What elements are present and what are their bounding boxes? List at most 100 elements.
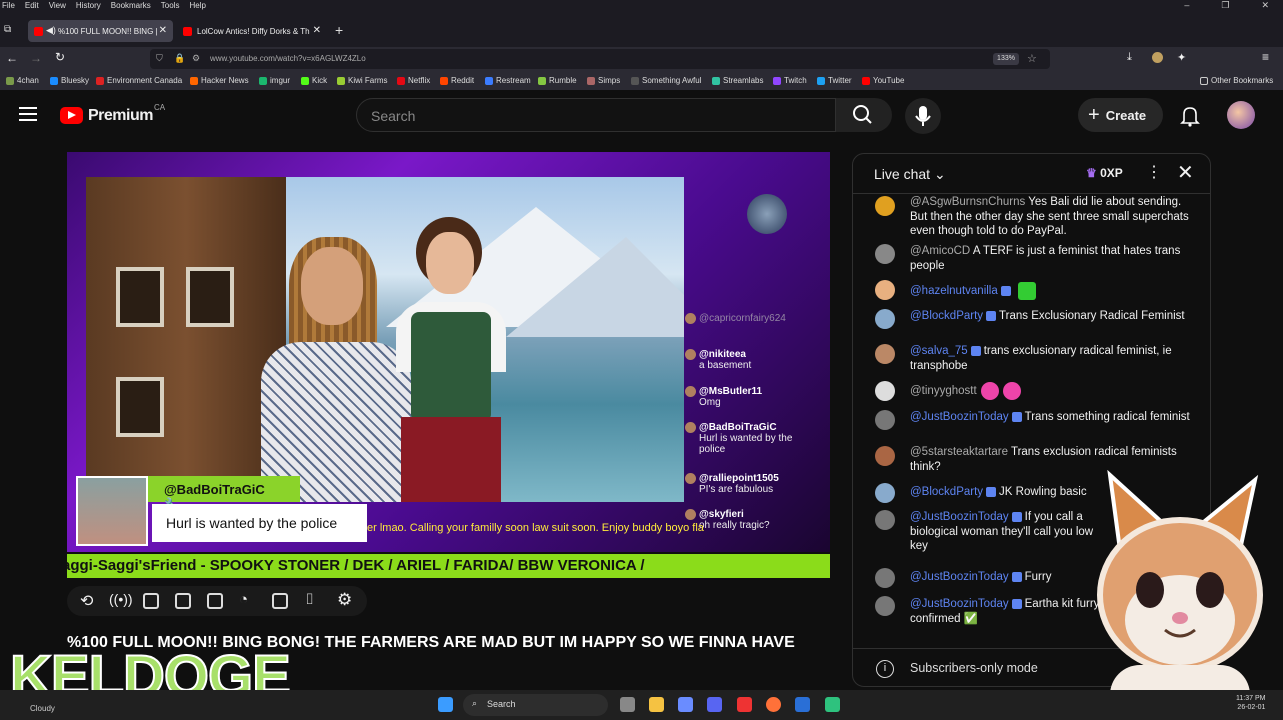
chat-message: @JustBoozinToday If you call a biological… — [910, 511, 1094, 552]
search-icon — [853, 105, 872, 124]
new-tab-icon[interactable]: + — [335, 22, 343, 38]
app-icon[interactable] — [825, 697, 840, 712]
bookmark-kick[interactable]: Kick — [301, 76, 327, 85]
highlighted-chat-author: @BadBoiTraGiC 🔧 — [148, 476, 300, 512]
bookmark-netflix[interactable]: Netflix — [397, 76, 430, 85]
copilot-icon[interactable] — [678, 697, 693, 712]
minimize-icon[interactable]: – — [1184, 0, 1189, 11]
xp-badge[interactable]: ♛ 0XP — [1086, 166, 1123, 180]
close-tab-icon[interactable]: ✕ — [159, 25, 167, 36]
back-icon[interactable]: ← — [6, 51, 18, 65]
tab-youtube-stream[interactable]: ◀) %100 FULL MOON!! BING | ✕ — [28, 20, 173, 42]
region-label: CA — [154, 103, 166, 112]
extensions-icon[interactable]: ✦ — [1177, 51, 1186, 64]
settings-gear-icon[interactable]: ⚙ — [337, 590, 352, 610]
taskbar-search[interactable]: ⌕ Search — [463, 694, 608, 716]
microphone-icon — [915, 106, 931, 126]
emoji-icon — [1002, 382, 1021, 400]
app-menu-icon[interactable]: ≡ — [1262, 50, 1269, 64]
menu-file[interactable]: File — [2, 1, 15, 10]
firefox-icon[interactable] — [766, 697, 781, 712]
bookmark-kiwi-farms[interactable]: Kiwi Farms — [337, 76, 388, 85]
file-explorer-icon[interactable] — [649, 697, 664, 712]
live-chat-dropdown[interactable]: Live chat ⌄ — [874, 166, 946, 183]
menu-view[interactable]: View — [49, 1, 66, 10]
taskbar-clock[interactable]: 11:37 PM 26-02-01 — [1236, 694, 1265, 712]
search-button[interactable] — [836, 98, 892, 132]
url-bar[interactable]: ⛉ 🔒 ⚙ www.youtube.com/watch?v=x6AGLWZ4ZL… — [150, 49, 1050, 69]
hamburger-menu-icon[interactable] — [19, 107, 37, 121]
maximize-icon[interactable]: ❐ — [1221, 0, 1229, 11]
forward-icon[interactable]: → — [30, 51, 42, 65]
bookmark-simps[interactable]: Simps — [587, 76, 620, 85]
notifications-bell-icon[interactable] — [1180, 105, 1200, 127]
youtube-premium-logo[interactable]: Premium — [88, 107, 153, 125]
start-menu-icon[interactable] — [438, 697, 453, 712]
highlighted-chat-message: Hurl is wanted by the police — [152, 504, 367, 542]
bookmark-rumble[interactable]: Rumble — [538, 76, 577, 85]
reload-icon[interactable]: ↻ — [55, 50, 65, 64]
bookmark-hacker-news[interactable]: Hacker News — [190, 76, 249, 85]
close-tab-icon[interactable]: ✕ — [313, 25, 321, 36]
windows-taskbar: Cloudy ⌕ Search 11:37 PM 26-02-01 — [0, 690, 1283, 720]
tab-bar: ⧉ ◀) %100 FULL MOON!! BING | ✕ LolCow An… — [0, 11, 1283, 47]
account-icon[interactable] — [1152, 52, 1163, 63]
streamer-webcam — [76, 476, 148, 546]
live-signal-icon[interactable]: ((•)) — [109, 591, 133, 607]
more-options-icon[interactable]: ⋮ — [1146, 162, 1162, 182]
permissions-icon[interactable]: ⚙ — [192, 53, 200, 64]
bookmark-youtube[interactable]: YouTube — [862, 76, 904, 85]
chat-message: @hazelnutvanilla — [910, 282, 1195, 300]
screenshot-icon[interactable] — [143, 593, 159, 609]
create-button[interactable]: + Create — [1078, 98, 1163, 132]
discord-icon[interactable] — [707, 697, 722, 712]
loop-icon[interactable]: ⟲ — [80, 591, 93, 611]
app-icon[interactable] — [737, 697, 752, 712]
clip-icon[interactable] — [175, 593, 191, 609]
other-bookmarks[interactable]: Other Bookmarks — [1200, 76, 1273, 85]
bookmark-restream[interactable]: Restream — [485, 76, 531, 85]
chat-message: @JustBoozinToday Trans something radical … — [910, 411, 1190, 423]
search-input[interactable]: Search — [356, 98, 836, 132]
info-icon[interactable]: i — [876, 660, 894, 678]
user-avatar[interactable] — [1227, 101, 1255, 129]
pip-icon[interactable] — [207, 593, 223, 609]
bookmark-imgur[interactable]: imgur — [259, 76, 290, 85]
bookmark-twitch[interactable]: Twitch — [773, 76, 807, 85]
bookmark-something-awful[interactable]: Something Awful — [631, 76, 701, 85]
bookmark-twitter[interactable]: Twitter — [817, 76, 852, 85]
youtube-logo-icon[interactable] — [60, 107, 83, 124]
menu-help[interactable]: Help — [189, 1, 205, 10]
task-view-icon[interactable] — [620, 697, 635, 712]
chat-message: @ASgwBurnsnChurns Yes Bali did lie about… — [910, 196, 1189, 237]
bookmark-star-icon[interactable]: ☆ — [1027, 52, 1037, 65]
speed-icon[interactable]: ◔ — [239, 591, 248, 608]
weather-widget[interactable]: Cloudy — [30, 704, 55, 713]
shield-icon[interactable]: ⛉ — [156, 53, 163, 64]
speaker-icon[interactable]: ◀) — [46, 25, 56, 36]
menu-history[interactable]: History — [76, 1, 101, 10]
video-player[interactable]: @capricornfairy624 @nikiteea a basement @… — [67, 152, 830, 552]
menu-edit[interactable]: Edit — [25, 1, 39, 10]
bookmark-environment-canada[interactable]: Environment Canada — [96, 76, 182, 85]
tab-label: %100 FULL MOON!! BING | — [58, 26, 158, 36]
tab-list-icon[interactable]: ⧉ — [4, 24, 11, 35]
tab-lolcow[interactable]: LolCow Antics! Diffy Dorks & Th ✕ — [177, 20, 327, 42]
zoom-level[interactable]: 133% — [993, 53, 1019, 65]
nav-bar: ← → ↻ ⛉ 🔒 ⚙ www.youtube.com/watch?v=x6AG… — [0, 47, 1283, 71]
camera-icon[interactable]: ⌷ — [305, 591, 314, 608]
close-window-icon[interactable]: ✕ — [1261, 0, 1269, 11]
app-icon[interactable] — [795, 697, 810, 712]
close-chat-icon[interactable]: ✕ — [1177, 160, 1194, 185]
bookmark-4chan[interactable]: 4chan — [6, 76, 39, 85]
downloads-icon[interactable]: ⤓ — [1127, 51, 1132, 64]
lock-icon[interactable]: 🔒 — [174, 53, 185, 64]
menu-tools[interactable]: Tools — [161, 1, 180, 10]
bookmark-bluesky[interactable]: Bluesky — [50, 76, 89, 85]
bookmark-reddit[interactable]: Reddit — [440, 76, 474, 85]
menu-bookmarks[interactable]: Bookmarks — [111, 1, 151, 10]
bookmark-streamlabs[interactable]: Streamlabs — [712, 76, 763, 85]
bookmarks-bar: 4chan Bluesky Environment Canada Hacker … — [0, 71, 1283, 90]
voice-search-button[interactable] — [905, 98, 941, 134]
add-icon[interactable] — [272, 593, 288, 609]
